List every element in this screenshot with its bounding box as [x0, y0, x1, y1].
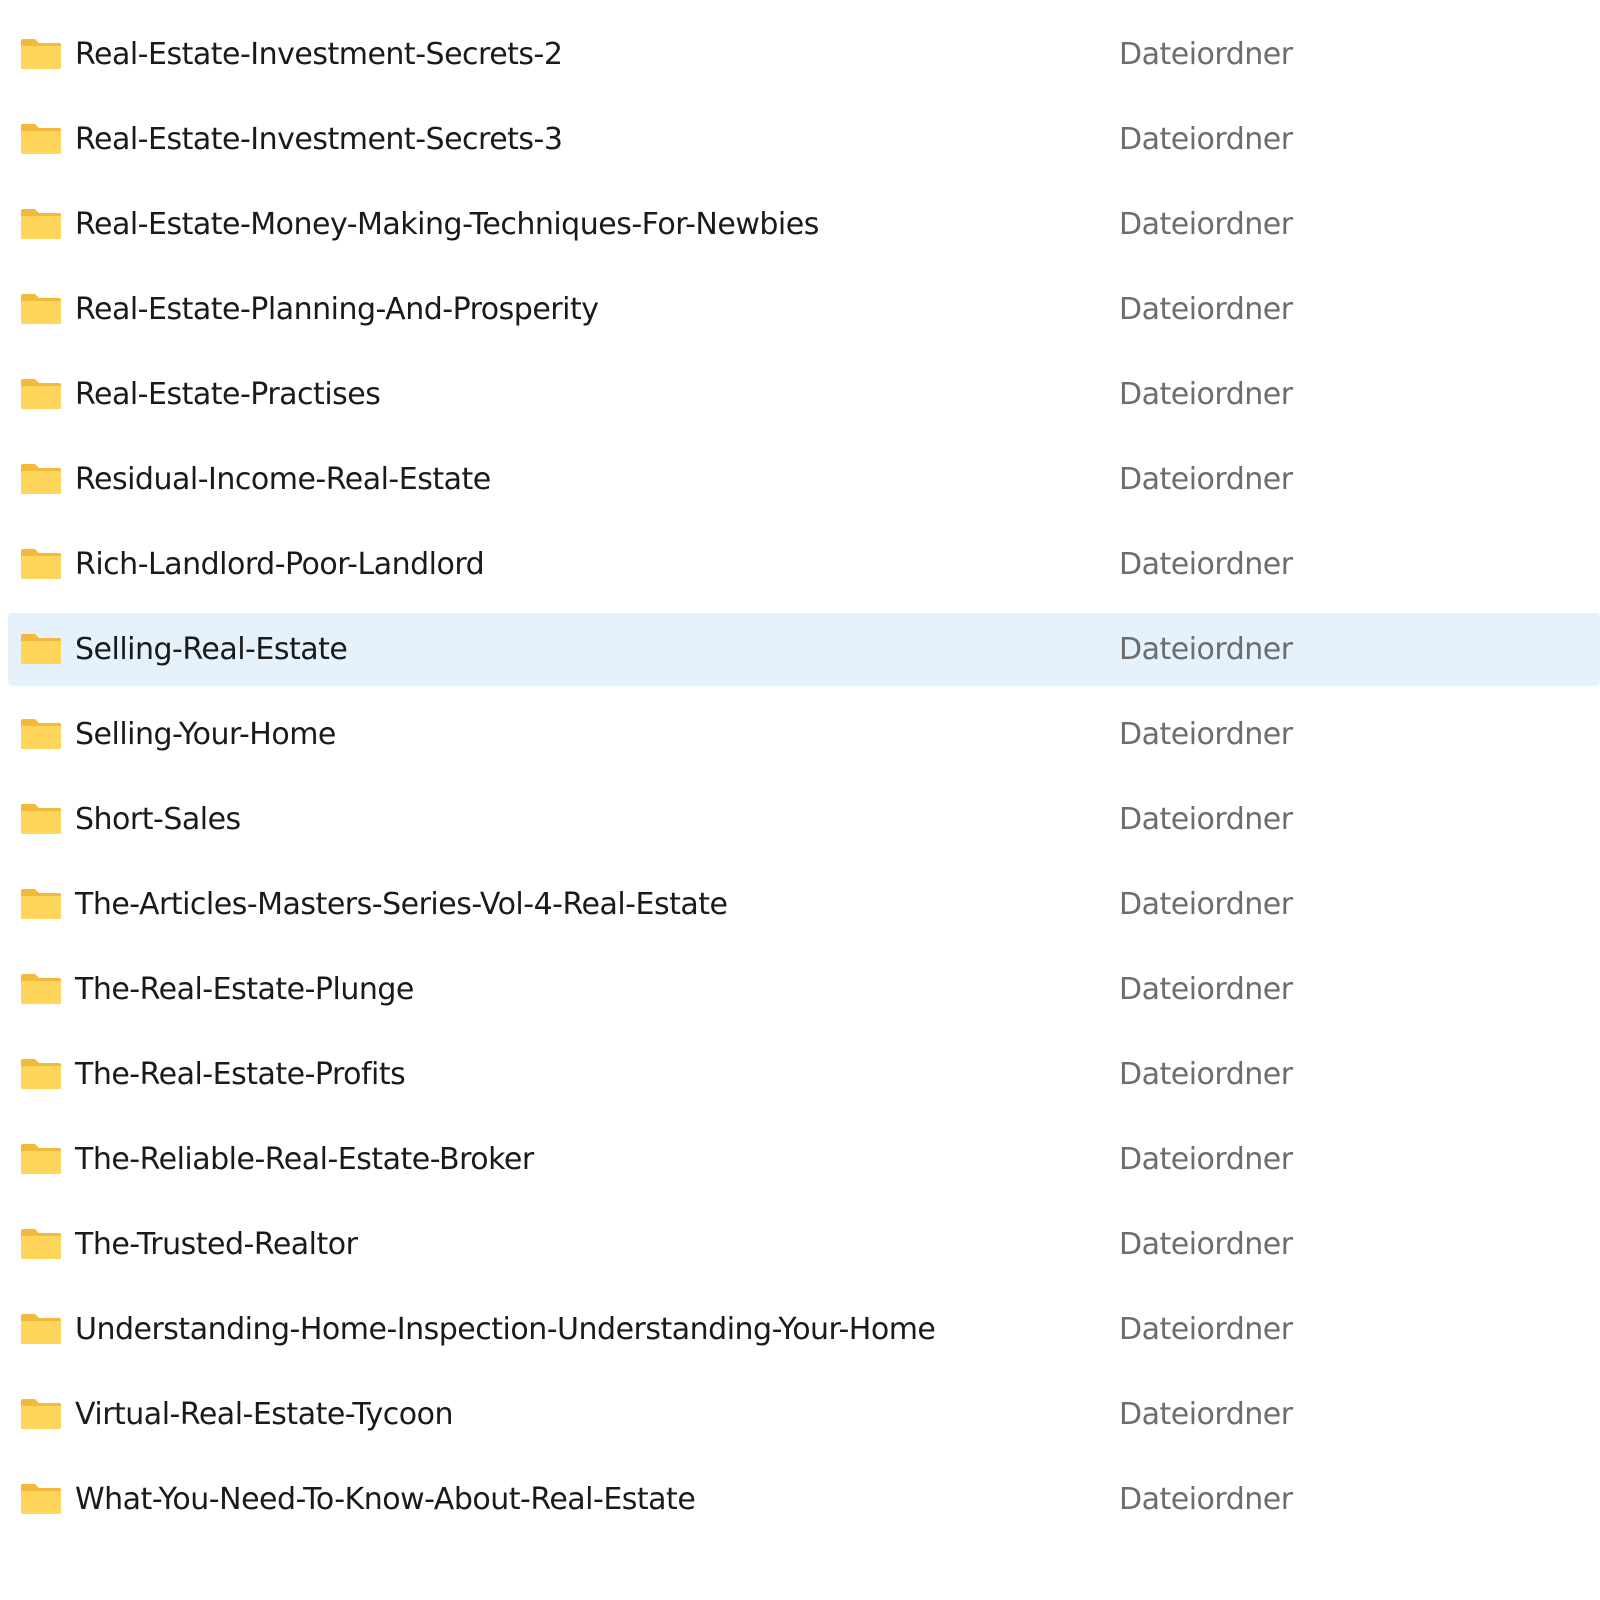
folder-type: Dateiordner — [1119, 1312, 1293, 1347]
folder-type: Dateiordner — [1119, 632, 1293, 667]
folder-row[interactable]: Real-Estate-Money-Making-Techniques-For-… — [0, 182, 1600, 267]
folder-name: Real-Estate-Money-Making-Techniques-For-… — [75, 207, 819, 242]
folder-name: The-Real-Estate-Plunge — [75, 972, 414, 1007]
folder-icon — [20, 972, 62, 1005]
folder-type: Dateiordner — [1119, 1227, 1293, 1262]
folder-type: Dateiordner — [1119, 1057, 1293, 1092]
folder-row[interactable]: Real-Estate-Planning-And-Prosperity Datei… — [0, 267, 1600, 352]
folder-row[interactable]: The-Articles-Masters-Series-Vol-4-Real-E… — [0, 862, 1600, 947]
folder-name: Residual-Income-Real-Estate — [75, 462, 491, 497]
folder-row[interactable]: The-Real-Estate-Plunge Dateiordner — [0, 947, 1600, 1032]
folder-name: Understanding-Home-Inspection-Understand… — [75, 1312, 936, 1347]
row-highlight — [8, 783, 1600, 856]
folder-icon — [20, 292, 62, 325]
folder-type: Dateiordner — [1119, 1482, 1293, 1517]
folder-icon — [20, 1397, 62, 1430]
folder-row[interactable]: Residual-Income-Real-Estate Dateiordner — [0, 437, 1600, 522]
folder-name: Real-Estate-Investment-Secrets-3 — [75, 122, 563, 157]
folder-icon — [20, 1482, 62, 1515]
folder-row[interactable]: Real-Estate-Investment-Secrets-2 Dateiord… — [0, 12, 1600, 97]
folder-name: The-Reliable-Real-Estate-Broker — [75, 1142, 534, 1177]
folder-name: Real-Estate-Investment-Secrets-2 — [75, 37, 563, 72]
folder-name: Rich-Landlord-Poor-Landlord — [75, 547, 485, 582]
folder-name: Real-Estate-Planning-And-Prosperity — [75, 292, 599, 327]
folder-type: Dateiordner — [1119, 207, 1293, 242]
folder-name: The-Trusted-Realtor — [75, 1227, 358, 1262]
folder-type: Dateiordner — [1119, 547, 1293, 582]
folder-icon — [20, 802, 62, 835]
folder-row[interactable]: Selling-Your-Home Dateiordner — [0, 692, 1600, 777]
folder-name: Real-Estate-Practises — [75, 377, 381, 412]
folder-icon — [20, 1142, 62, 1175]
folder-icon — [20, 632, 62, 665]
folder-row[interactable]: Understanding-Home-Inspection-Understand… — [0, 1287, 1600, 1372]
folder-name: Short-Sales — [75, 802, 241, 837]
folder-icon — [20, 547, 62, 580]
folder-type: Dateiordner — [1119, 377, 1293, 412]
folder-name: The-Real-Estate-Profits — [75, 1057, 406, 1092]
folder-row[interactable]: Selling-Real-Estate Dateiordner — [0, 607, 1600, 692]
folder-type: Dateiordner — [1119, 292, 1293, 327]
folder-row[interactable]: The-Real-Estate-Profits Dateiordner — [0, 1032, 1600, 1117]
folder-type: Dateiordner — [1119, 887, 1293, 922]
folder-row[interactable]: The-Reliable-Real-Estate-Broker Dateiordn… — [0, 1117, 1600, 1202]
folder-type: Dateiordner — [1119, 1397, 1293, 1432]
folder-icon — [20, 1057, 62, 1090]
folder-name: Selling-Real-Estate — [75, 632, 348, 667]
folder-type: Dateiordner — [1119, 462, 1293, 497]
folder-icon — [20, 207, 62, 240]
folder-icon — [20, 122, 62, 155]
folder-row[interactable]: Real-Estate-Practises Dateiordner — [0, 352, 1600, 437]
folder-icon — [20, 887, 62, 920]
folder-icon — [20, 377, 62, 410]
folder-row[interactable]: Short-Sales Dateiordner — [0, 777, 1600, 862]
folder-row[interactable]: Virtual-Real-Estate-Tycoon Dateiordner — [0, 1372, 1600, 1457]
folder-row[interactable]: Real-Estate-Investment-Secrets-3 Dateiord… — [0, 97, 1600, 182]
folder-type: Dateiordner — [1119, 972, 1293, 1007]
folder-name: Selling-Your-Home — [75, 717, 336, 752]
folder-name: The-Articles-Masters-Series-Vol-4-Real-E… — [75, 887, 728, 922]
folder-type: Dateiordner — [1119, 1142, 1293, 1177]
file-list: Real-Estate-Investment-Secrets-2 Dateiord… — [0, 12, 1600, 1542]
folder-icon — [20, 462, 62, 495]
folder-row[interactable]: The-Trusted-Realtor Dateiordner — [0, 1202, 1600, 1287]
folder-icon — [20, 37, 62, 70]
folder-icon — [20, 1312, 62, 1345]
folder-name: Virtual-Real-Estate-Tycoon — [75, 1397, 454, 1432]
folder-type: Dateiordner — [1119, 802, 1293, 837]
folder-row[interactable]: Rich-Landlord-Poor-Landlord Dateiordner — [0, 522, 1600, 607]
folder-icon — [20, 717, 62, 750]
folder-type: Dateiordner — [1119, 122, 1293, 157]
folder-row[interactable]: What-You-Need-To-Know-About-Real-Estate D… — [0, 1457, 1600, 1542]
folder-icon — [20, 1227, 62, 1260]
folder-type: Dateiordner — [1119, 37, 1293, 72]
folder-name: What-You-Need-To-Know-About-Real-Estate — [75, 1482, 696, 1517]
folder-type: Dateiordner — [1119, 717, 1293, 752]
